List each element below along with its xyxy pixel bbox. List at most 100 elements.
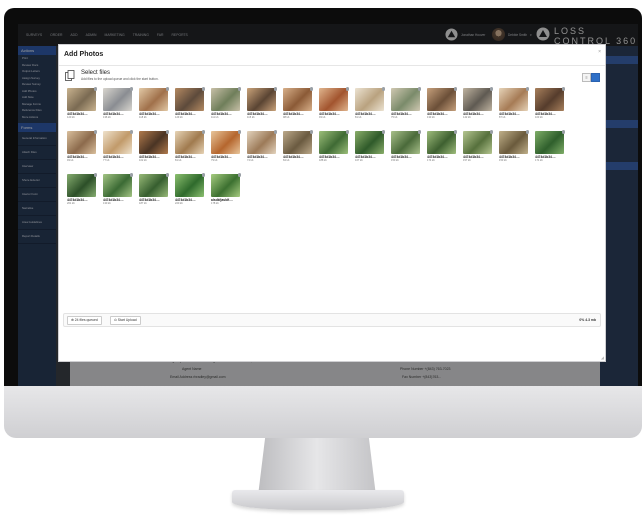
- file-thumbnail[interactable]: 4474d1b34.... 201 kb: [67, 173, 97, 211]
- start-upload-label: Start Upload: [117, 318, 137, 322]
- upload-files-icon: [65, 70, 75, 81]
- file-thumbnail[interactable]: 4474d1b34.... 93 kb: [67, 130, 97, 168]
- remove-file-icon[interactable]: [417, 87, 421, 91]
- file-thumbnail[interactable]: 4474d1b34.... 133 kb: [427, 87, 457, 125]
- files-queued-button[interactable]: ⊕ 24 files queued: [67, 316, 102, 325]
- remove-file-icon[interactable]: [381, 130, 385, 134]
- remove-file-icon[interactable]: [453, 87, 457, 91]
- thumbnail-view-button[interactable]: [591, 73, 600, 82]
- file-thumbnail[interactable]: 4474d1b34.... 142 kb: [463, 87, 493, 125]
- remove-file-icon[interactable]: [489, 130, 493, 134]
- remove-file-icon[interactable]: [417, 130, 421, 134]
- file-thumbnail[interactable]: 4474d1b34.... 220 kb: [175, 173, 205, 211]
- file-thumbnail[interactable]: 4474d1b34.... 81 kb: [355, 87, 385, 125]
- remove-file-icon[interactable]: [237, 130, 241, 134]
- remove-file-icon[interactable]: [489, 87, 493, 91]
- photo-preview: [211, 131, 240, 154]
- select-files-title: Select files: [81, 70, 111, 76]
- remove-file-icon[interactable]: [345, 130, 349, 134]
- file-size: 153 kb: [499, 159, 507, 162]
- file-size: 129 kb: [175, 116, 183, 119]
- list-view-button[interactable]: ≡: [582, 73, 591, 82]
- file-thumbnail[interactable]: 4474d1b34.... 188 kb: [319, 130, 349, 168]
- file-size: 84 kb: [283, 159, 290, 162]
- file-thumbnail[interactable]: 4474d1b34.... 129 kb: [175, 87, 205, 125]
- photo-preview: [499, 88, 528, 111]
- remove-file-icon[interactable]: [201, 130, 205, 134]
- file-thumbnail[interactable]: 4474d1b34.... 171 kb: [535, 130, 565, 168]
- remove-file-icon[interactable]: [93, 173, 97, 177]
- remove-file-icon[interactable]: [237, 87, 241, 91]
- file-thumbnail[interactable]: 4474d1b34.... 84 kb: [283, 130, 313, 168]
- photo-preview: [319, 88, 348, 111]
- file-thumbnail[interactable]: 4474d1b34.... 167 kb: [355, 130, 385, 168]
- remove-file-icon[interactable]: [165, 87, 169, 91]
- photo-preview: [139, 131, 168, 154]
- file-thumbnail[interactable]: 4474d1b34.... 187 kb: [139, 173, 169, 211]
- file-thumbnail[interactable]: 4474d1b34.... 120 kb: [67, 87, 97, 125]
- remove-file-icon[interactable]: [129, 87, 133, 91]
- file-thumbnail[interactable]: 4474d1b34.... 98 kb: [283, 87, 313, 125]
- photo-preview: [103, 131, 132, 154]
- photo-preview: [103, 174, 132, 197]
- remove-file-icon[interactable]: [273, 87, 277, 91]
- remove-file-icon[interactable]: [525, 87, 529, 91]
- remove-file-icon[interactable]: [165, 173, 169, 177]
- file-thumbnail[interactable]: 4474d1b34.... 103 kb: [535, 87, 565, 125]
- file-thumbnail[interactable]: 4474d1b34.... 77 kb: [103, 130, 133, 168]
- file-thumbnail[interactable]: 4474d1b34.... 87 kb: [499, 87, 529, 125]
- files-queued-label: 24 files queued: [74, 318, 98, 322]
- file-thumbnail[interactable]: 4474d1b34.... 130 kb: [103, 173, 133, 211]
- file-thumbnail[interactable]: 4474d1b34.... 157 kb: [463, 130, 493, 168]
- remove-file-icon[interactable]: [561, 87, 565, 91]
- file-thumbnail[interactable]: 4474d1b34.... 115 kb: [247, 87, 277, 125]
- remove-file-icon[interactable]: [381, 87, 385, 91]
- file-thumbnail[interactable]: 4474d1b34.... 153 kb: [499, 130, 529, 168]
- upload-icon: ⊙: [114, 318, 117, 322]
- remove-file-icon[interactable]: [129, 130, 133, 134]
- resize-grip-icon[interactable]: ◢: [601, 355, 604, 360]
- remove-file-icon[interactable]: [129, 173, 133, 177]
- remove-file-icon[interactable]: [453, 130, 457, 134]
- photo-preview: [139, 174, 168, 197]
- file-size: 111 kb: [211, 116, 219, 119]
- file-thumbnail[interactable]: 4474d1b34.... 75 kb: [391, 87, 421, 125]
- file-thumbnail[interactable]: alsdkfjasldf.... 178 kb: [211, 173, 241, 211]
- remove-file-icon[interactable]: [201, 173, 205, 177]
- remove-file-icon[interactable]: [561, 130, 565, 134]
- remove-file-icon[interactable]: [93, 87, 97, 91]
- file-thumbnail[interactable]: 4474d1b34.... 150 kb: [391, 130, 421, 168]
- remove-file-icon[interactable]: [237, 173, 241, 177]
- file-size: 115 kb: [247, 116, 255, 119]
- monitor-bezel: SURVEYS ORDER ADD ADMIN MARKETING TRAINING FAR…: [4, 8, 642, 386]
- photo-preview: [319, 131, 348, 154]
- file-thumbnail[interactable]: 4474d1b34.... 118 kb: [139, 87, 169, 125]
- file-thumbnail[interactable]: 4474d1b34.... 136 kb: [103, 87, 133, 125]
- plus-icon: ⊕: [71, 318, 74, 322]
- file-thumbnail[interactable]: 4474d1b34.... 93 kb: [319, 87, 349, 125]
- screen: SURVEYS ORDER ADD ADMIN MARKETING TRAINING FAR…: [18, 24, 638, 386]
- remove-file-icon[interactable]: [309, 87, 313, 91]
- modal-title: Add Photos: [64, 51, 104, 58]
- file-size: 74 kb: [247, 159, 254, 162]
- remove-file-icon[interactable]: [345, 87, 349, 91]
- photo-preview: [139, 88, 168, 111]
- remove-file-icon[interactable]: [165, 130, 169, 134]
- close-icon[interactable]: ×: [598, 49, 601, 55]
- remove-file-icon[interactable]: [525, 130, 529, 134]
- remove-file-icon[interactable]: [201, 87, 205, 91]
- file-size: 81 kb: [175, 159, 182, 162]
- photo-preview: [391, 131, 420, 154]
- file-thumbnail[interactable]: 4474d1b34.... 74 kb: [247, 130, 277, 168]
- upload-progress-status: 0% 4.3 mb: [579, 318, 596, 322]
- file-thumbnail[interactable]: 4474d1b34.... 111 kb: [211, 87, 241, 125]
- remove-file-icon[interactable]: [273, 130, 277, 134]
- file-thumbnail[interactable]: 4474d1b34.... 174 kb: [427, 130, 457, 168]
- file-thumbnail[interactable]: 4474d1b34.... 102 kb: [139, 130, 169, 168]
- remove-file-icon[interactable]: [93, 130, 97, 134]
- start-upload-button[interactable]: ⊙ Start Upload: [110, 316, 141, 325]
- remove-file-icon[interactable]: [309, 130, 313, 134]
- file-thumbnail[interactable]: 4474d1b34.... 79 kb: [211, 130, 241, 168]
- photo-preview: [499, 131, 528, 154]
- file-thumbnail[interactable]: 4474d1b34.... 81 kb: [175, 130, 205, 168]
